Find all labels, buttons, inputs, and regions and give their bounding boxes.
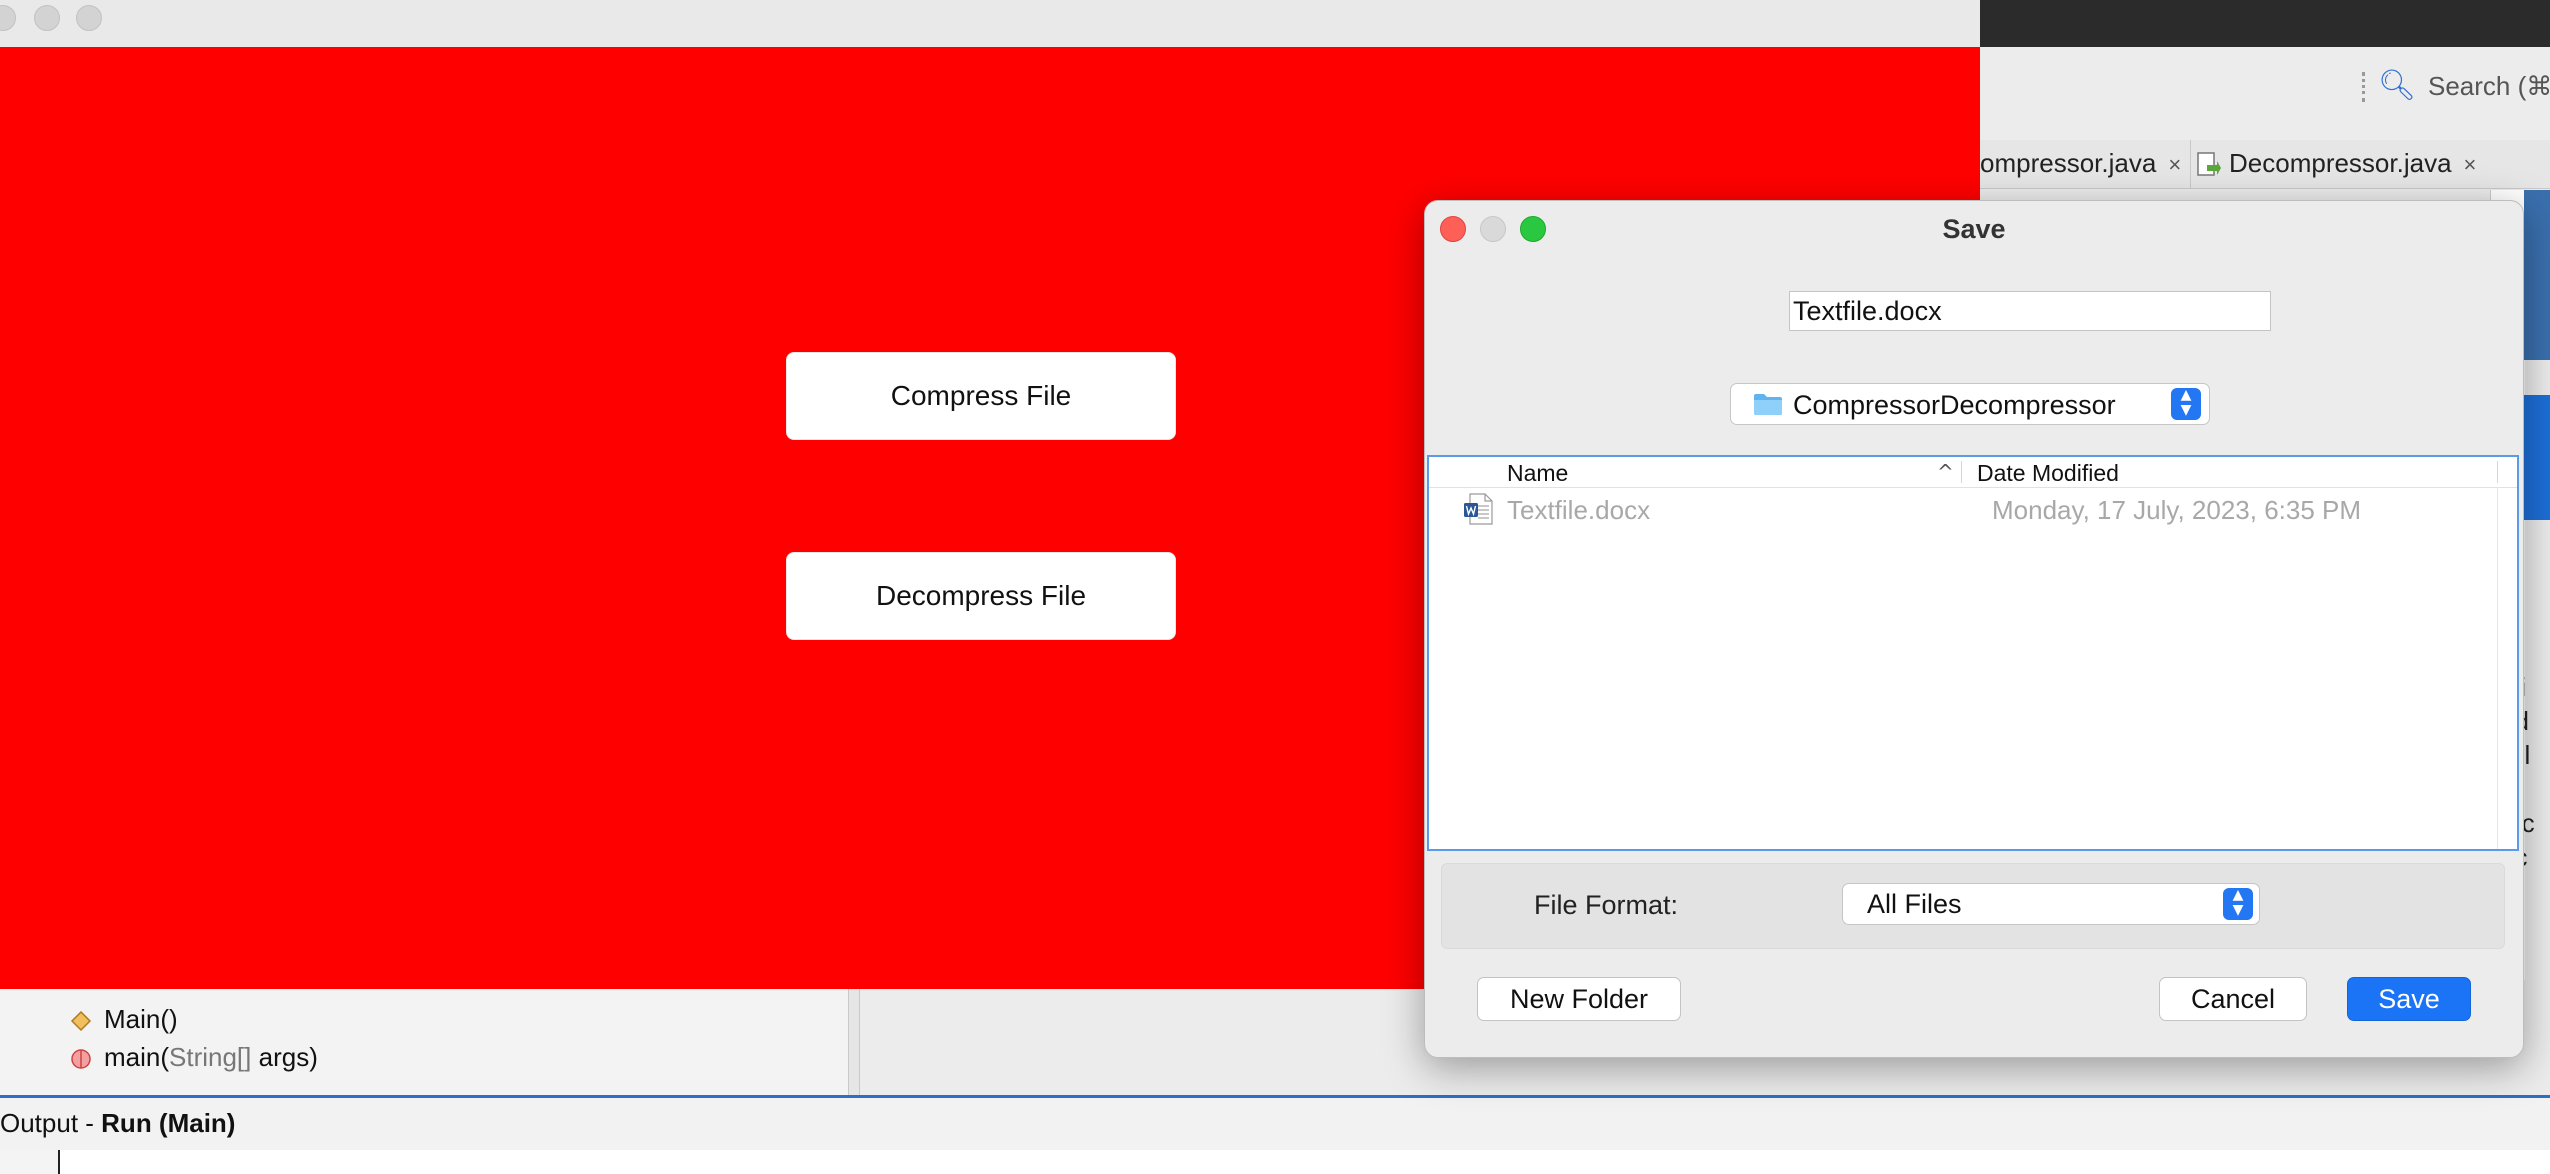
tab-label: ompressor.java xyxy=(1980,148,2157,178)
column-divider[interactable] xyxy=(1961,461,1962,483)
toolbar-grip xyxy=(2362,72,2371,102)
search-icon[interactable]: 🔍︎ xyxy=(2378,68,2418,104)
column-divider[interactable] xyxy=(2497,461,2498,483)
file-browser[interactable]: Name ^ Date Modified Textfile.docx Monda… xyxy=(1427,455,2519,851)
navigator-item-constructor[interactable]: Main() xyxy=(70,1004,178,1035)
word-document-icon xyxy=(1464,493,1493,525)
output-prefix: Output - xyxy=(0,1108,102,1138)
navigator-item-label: Main() xyxy=(104,1004,178,1034)
output-panel-title[interactable]: Output - Run (Main) xyxy=(0,1108,235,1139)
method-param-type: String[] xyxy=(169,1042,252,1072)
app-window-titlebar[interactable] xyxy=(0,0,1980,48)
file-format-panel: File Format: All Files ▲ ▼ xyxy=(1441,863,2505,949)
decompress-file-button[interactable]: Decompress File xyxy=(786,552,1176,640)
minimize-icon[interactable] xyxy=(34,5,60,31)
panel-divider[interactable] xyxy=(848,985,860,1095)
file-date-modified: Monday, 17 July, 2023, 6:35 PM xyxy=(1992,495,2362,525)
tab-compressor-java[interactable]: ompressor.java × xyxy=(1980,140,2181,188)
save-dialog: Save Save As: CompressorDecompressor ▲▼ … xyxy=(1424,200,2524,1058)
tab-label: Decompressor.java xyxy=(2229,148,2452,178)
output-gutter xyxy=(0,1150,60,1174)
editor-scroll-marker xyxy=(2524,395,2550,520)
sort-ascending-icon[interactable]: ^ xyxy=(1937,460,1954,484)
cancel-button[interactable]: Cancel xyxy=(2159,977,2307,1021)
location-dropdown[interactable]: CompressorDecompressor ▲ ▼ xyxy=(1730,383,2210,425)
navigator-item-main-method[interactable]: main(String[] args) xyxy=(70,1042,318,1073)
column-name-header[interactable]: Name xyxy=(1507,460,1568,487)
constructor-icon xyxy=(70,1011,92,1032)
close-icon[interactable]: × xyxy=(2464,152,2477,177)
output-panel-header xyxy=(0,1095,2550,1150)
file-format-value: All Files xyxy=(1867,889,1962,919)
navigator-panel xyxy=(0,985,851,1095)
save-button[interactable]: Save xyxy=(2347,977,2471,1021)
java-file-icon xyxy=(2197,152,2221,176)
file-name: Textfile.docx xyxy=(1507,495,1651,525)
dialog-title: Save xyxy=(1942,214,2006,244)
ide-search-field[interactable]: Search (⌘ xyxy=(2428,66,2550,106)
maximize-icon[interactable] xyxy=(76,5,102,31)
close-icon[interactable] xyxy=(0,5,16,31)
column-divider xyxy=(2497,487,2498,849)
column-header: Name ^ Date Modified xyxy=(1429,457,2517,488)
chevron-updown-icon: ▲ ▼ xyxy=(2223,888,2253,920)
folder-icon xyxy=(1754,394,1782,415)
file-format-dropdown[interactable]: All Files ▲ ▼ xyxy=(1842,883,2260,925)
dialog-titlebar[interactable]: Save xyxy=(1425,201,2523,257)
location-label: CompressorDecompressor xyxy=(1793,390,2116,420)
chevron-updown-icon: ▲ ▼ xyxy=(2171,388,2201,420)
method-args: args) xyxy=(251,1042,318,1072)
method-name: main( xyxy=(104,1042,170,1072)
save-as-field[interactable] xyxy=(1789,291,2271,331)
output-run-name: Run (Main) xyxy=(101,1108,236,1138)
close-icon[interactable]: × xyxy=(2168,152,2181,177)
file-format-label: File Format: xyxy=(1533,890,1678,920)
file-row[interactable]: Textfile.docx Monday, 17 July, 2023, 6:3… xyxy=(1429,493,2517,529)
new-folder-button[interactable]: New Folder xyxy=(1477,977,1681,1021)
compress-file-button[interactable]: Compress File xyxy=(786,352,1176,440)
column-date-header[interactable]: Date Modified xyxy=(1977,460,2119,487)
tab-decompressor-java[interactable]: Decompressor.java × xyxy=(2190,140,2476,188)
static-method-icon xyxy=(71,1049,91,1069)
editor-scroll-marker xyxy=(2524,190,2550,360)
output-console[interactable] xyxy=(0,1150,2550,1174)
editor-tab-bar: ompressor.java × Decompressor.java × xyxy=(1980,140,2550,189)
